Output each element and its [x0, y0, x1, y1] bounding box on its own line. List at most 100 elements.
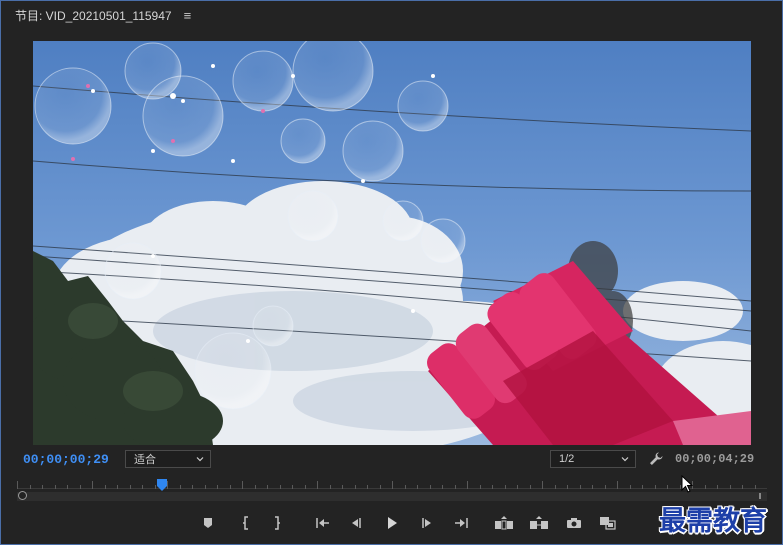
ruler-tick: [167, 481, 168, 489]
ruler-tick: [430, 485, 431, 489]
chevron-down-icon: [621, 457, 629, 462]
ruler-tick: [267, 485, 268, 489]
monitor-controls-row: 00;00;00;29 适合 1/2 00;00;04;29: [1, 449, 782, 471]
hamburger-menu-icon[interactable]: ≡: [184, 9, 192, 22]
go-to-out-button[interactable]: [451, 513, 471, 533]
ruler-tick: [355, 485, 356, 489]
ruler-tick: [342, 485, 343, 489]
zoom-fit-dropdown[interactable]: 适合: [125, 450, 211, 468]
export-frame-button[interactable]: [564, 513, 584, 533]
video-frame-image: [33, 41, 751, 445]
ruler-tick: [405, 485, 406, 489]
step-back-button[interactable]: [346, 513, 366, 533]
playhead-icon[interactable]: [157, 479, 167, 491]
ruler-tick: [280, 485, 281, 489]
ruler-tick: [42, 485, 43, 489]
camera-icon: [567, 518, 581, 528]
ruler-tick: [567, 485, 568, 489]
add-marker-button[interactable]: [198, 513, 218, 533]
ruler-tick: [105, 485, 106, 489]
ruler-tick: [30, 485, 31, 489]
playback-resolution-dropdown[interactable]: 1/2: [550, 450, 636, 468]
program-monitor-panel: 节目: VID_20210501_115947 ≡ 00;00;00;29 适合…: [0, 0, 783, 545]
work-area-start-handle[interactable]: [18, 491, 27, 500]
ruler-tick: [292, 485, 293, 489]
ruler-tick: [117, 485, 118, 489]
ruler-tick: [730, 485, 731, 489]
ruler-tick: [80, 485, 81, 489]
ruler-tick: [455, 485, 456, 489]
ruler-tick: [755, 485, 756, 489]
ruler-tick: [192, 485, 193, 489]
mark-out-button[interactable]: [267, 513, 287, 533]
ruler-tick: [717, 485, 718, 489]
ruler-tick: [330, 485, 331, 489]
ruler-tick: [67, 485, 68, 489]
video-preview[interactable]: [33, 41, 751, 445]
ruler-tick: [530, 485, 531, 489]
ruler-tick: [17, 481, 18, 489]
ruler-tick: [492, 485, 493, 489]
play-icon: [388, 517, 397, 529]
ruler-tick: [142, 485, 143, 489]
zoom-fit-value: 适合: [134, 454, 156, 466]
mark-out-icon: [275, 516, 280, 530]
ruler-tick: [242, 481, 243, 489]
ruler-tick: [642, 485, 643, 489]
ruler-tick: [205, 485, 206, 489]
ruler-tick: [317, 481, 318, 489]
time-ruler[interactable]: [17, 477, 767, 493]
ruler-tick: [392, 481, 393, 489]
current-timecode[interactable]: 00;00;00;29: [23, 452, 109, 467]
ruler-tick: [180, 485, 181, 489]
ruler-tick: [367, 485, 368, 489]
watermark-logo: 最需教育: [659, 506, 767, 537]
ruler-tick: [555, 485, 556, 489]
ruler-tick: [542, 481, 543, 489]
lift-button[interactable]: [494, 513, 514, 533]
mark-in-button[interactable]: [236, 513, 256, 533]
ruler-tick: [305, 485, 306, 489]
ruler-tick: [592, 485, 593, 489]
step-forward-button[interactable]: [417, 513, 437, 533]
ruler-tick: [480, 485, 481, 489]
ruler-tick: [92, 481, 93, 489]
ruler-tick: [230, 485, 231, 489]
compare-icon: [600, 517, 616, 530]
ruler-tick: [467, 481, 468, 489]
ruler-tick: [505, 485, 506, 489]
work-area-bar[interactable]: [17, 491, 767, 501]
lift-icon: [495, 516, 513, 530]
ruler-tick: [442, 485, 443, 489]
panel-titlebar: 节目: VID_20210501_115947 ≡: [1, 1, 782, 29]
wrench-icon[interactable]: [648, 451, 664, 467]
ruler-tick: [255, 485, 256, 489]
extract-button[interactable]: [529, 513, 549, 533]
ruler-tick: [705, 485, 706, 489]
panel-title[interactable]: 节目: VID_20210501_115947: [15, 7, 172, 24]
chevron-down-icon: [196, 457, 204, 462]
ruler-tick: [417, 485, 418, 489]
step-back-icon: [352, 518, 361, 528]
playback-resolution-value: 1/2: [559, 453, 575, 465]
compare-view-button[interactable]: [598, 513, 618, 533]
ruler-tick: [667, 485, 668, 489]
mark-in-icon: [243, 516, 248, 530]
go-to-in-icon: [316, 518, 329, 528]
go-to-in-button[interactable]: [313, 513, 333, 533]
ruler-tick: [617, 481, 618, 489]
ruler-tick: [217, 485, 218, 489]
mouse-cursor-icon: [681, 475, 693, 493]
ruler-tick: [630, 485, 631, 489]
duration-timecode: 00;00;04;29: [675, 452, 755, 466]
ruler-tick: [517, 485, 518, 489]
extract-icon: [530, 516, 548, 529]
marker-icon: [204, 518, 212, 528]
go-to-out-icon: [455, 518, 468, 528]
ruler-tick: [55, 485, 56, 489]
ruler-tick: [742, 485, 743, 489]
ruler-tick: [655, 485, 656, 489]
ruler-tick: [380, 485, 381, 489]
ruler-tick: [130, 485, 131, 489]
play-button[interactable]: [382, 513, 402, 533]
